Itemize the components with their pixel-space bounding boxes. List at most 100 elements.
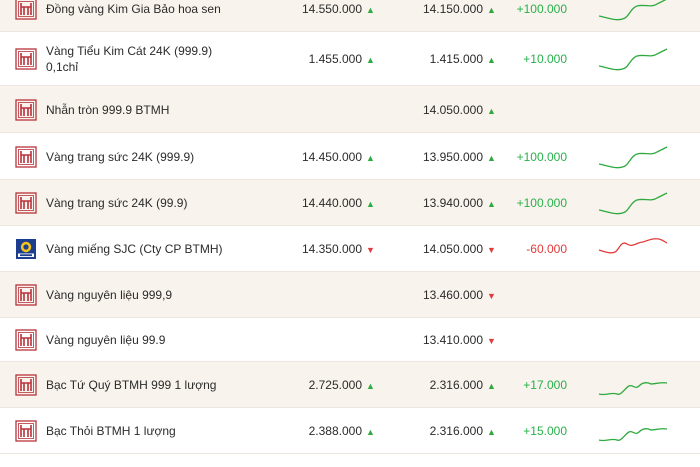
sell-price-value: 13.460.000 [422,288,483,302]
price-change: +100.000 [516,149,567,164]
btmh-logo-icon [15,48,37,70]
btmh-logo-icon [15,192,37,214]
buy-price-value: 2.388.000 [308,424,362,438]
sparkline-chart [597,190,669,216]
table-row[interactable]: Vàng trang sức 24K (999.9) 14.450.000 ▲ 13.… [0,133,700,180]
sell-price: 13.460.000 ▼ [375,287,496,304]
price-change: +100.000 [516,2,567,16]
buy-price-value: 14.440.000 [301,196,362,210]
sparkline-chart [597,46,669,72]
arrow-up-icon: ▲ [487,5,496,15]
product-name-line1: Đồng vàng Kim Gia Bảo hoa sen [46,2,221,16]
sparkline-chart [597,0,669,22]
sell-price: 2.316.000 ▲ [375,423,496,440]
product-name-line1: Vàng miếng SJC (Cty CP BTMH) [46,242,223,256]
table-row[interactable]: Vàng Tiểu Kim Cát 24K (999.9) 0,1chỉ 1.455… [0,32,700,86]
sell-price-value: 13.950.000 [422,149,483,164]
sell-price: 13.950.000 ▲ [375,149,496,166]
sell-price-value: 14.150.000 [422,2,483,16]
sell-price: 14.150.000 ▲ [375,1,496,18]
sell-price-value: 1.415.000 [429,52,483,66]
sell-price: 14.050.000 ▲ [375,102,496,119]
product-name-line1: Vàng nguyên liệu 99.9 [46,333,166,347]
sell-price: 14.050.000 ▼ [375,241,496,258]
table-row[interactable]: Vàng nguyên liệu 999,9 13.460.000 ▼ [0,272,700,318]
arrow-up-icon: ▲ [366,5,375,15]
arrow-up-icon: ▲ [487,427,496,437]
price-change: +17.000 [523,378,567,392]
arrow-up-icon: ▲ [487,55,496,65]
buy-price-value: 14.350.000 [301,242,362,256]
arrow-up-icon: ▲ [487,105,496,116]
table-row[interactable]: Vàng miếng SJC (Cty CP BTMH) 14.350.000 ▼ 1… [0,226,700,272]
sell-price: 13.410.000 ▼ [375,332,496,349]
sell-price: 2.316.000 ▲ [375,377,496,394]
btmh-logo-icon [15,0,37,20]
product-name: Vàng nguyên liệu 99.9 [46,332,256,348]
product-name: Vàng miếng SJC (Cty CP BTMH) [46,241,256,257]
arrow-up-icon: ▲ [487,152,496,163]
buy-price-value: 14.550.000 [301,2,362,16]
product-name: Vàng Tiểu Kim Cát 24K (999.9) 0,1chỉ [46,43,256,75]
product-name: Đồng vàng Kim Gia Bảo hoa sen [46,1,256,17]
product-name-line1: Vàng Tiểu Kim Cát 24K (999.9) [46,44,213,58]
buy-price: 14.350.000 ▼ [254,241,375,258]
price-change: +15.000 [523,424,567,438]
buy-price: 2.725.000 ▲ [254,377,375,394]
buy-price: 14.440.000 ▲ [254,195,375,212]
buy-price-value: 2.725.000 [308,378,362,392]
table-row[interactable]: Đồng vàng Kim Gia Bảo hoa sen 14.550.000 ▲… [0,0,700,32]
buy-price-value: 14.450.000 [301,149,362,164]
sjc-logo-icon [15,238,37,260]
btmh-logo-icon [15,420,37,442]
arrow-down-icon: ▼ [487,245,496,255]
sell-price-value: 13.410.000 [422,333,483,347]
table-row[interactable]: Nhẫn tròn 999.9 BTMH 14.050.000 ▲ [0,86,700,133]
product-name-line1: Bạc Tứ Quý BTMH 999 1 lượng [46,378,217,392]
sell-price: 13.940.000 ▲ [375,195,496,212]
arrow-up-icon: ▲ [366,55,375,65]
arrow-up-icon: ▲ [366,152,375,163]
sparkline-chart [597,372,669,398]
sparkline-chart [597,236,669,262]
product-name-line1: Vàng trang sức 24K (99.9) [46,196,188,210]
sell-price-value: 14.050.000 [422,242,483,256]
product-name-line2: 0,1chỉ [46,60,79,74]
sell-price-value: 2.316.000 [429,424,483,438]
sparkline-chart [597,418,669,444]
table-row[interactable]: Bạc Tứ Quý BTMH 999 1 lượng 2.725.000 ▲ 2.3… [0,362,700,408]
price-change: -60.000 [526,242,567,256]
btmh-logo-icon [15,284,37,306]
table-row[interactable]: Vàng nguyên liệu 99.9 13.410.000 ▼ [0,318,700,362]
btmh-logo-icon [15,329,37,351]
arrow-up-icon: ▲ [366,381,375,391]
price-change: +100.000 [516,196,567,210]
product-name-line1: Vàng nguyên liệu 999,9 [46,288,173,302]
btmh-logo-icon [15,98,37,121]
buy-price: 14.550.000 ▲ [254,1,375,18]
product-name: Nhẫn tròn 999.9 BTMH [46,102,256,118]
arrow-down-icon: ▼ [366,245,375,255]
arrow-up-icon: ▲ [366,427,375,437]
product-name: Vàng trang sức 24K (99.9) [46,195,256,211]
product-name: Vàng nguyên liệu 999,9 [46,287,256,303]
price-change: +10.000 [523,52,567,66]
product-name-line1: Nhẫn tròn 999.9 BTMH [46,102,170,117]
arrow-up-icon: ▲ [366,199,375,209]
arrow-down-icon: ▼ [487,336,496,346]
product-name-line1: Vàng trang sức 24K (999.9) [46,149,195,164]
product-name: Bạc Tứ Quý BTMH 999 1 lượng [46,377,256,393]
arrow-up-icon: ▲ [487,199,496,209]
btmh-logo-icon [15,145,37,168]
arrow-down-icon: ▼ [487,291,496,301]
sell-price-value: 14.050.000 [422,102,483,117]
sell-price: 1.415.000 ▲ [375,51,496,68]
product-name-line1: Bạc Thỏi BTMH 1 lượng [46,424,176,438]
table-row[interactable]: Bạc Thỏi BTMH 1 lượng 2.388.000 ▲ 2.316.000… [0,408,700,454]
sparkline-chart [597,144,669,170]
sell-price-value: 13.940.000 [422,196,483,210]
table-row[interactable]: Vàng trang sức 24K (99.9) 14.440.000 ▲ 13.9… [0,180,700,226]
buy-price: 2.388.000 ▲ [254,423,375,440]
arrow-up-icon: ▲ [487,381,496,391]
buy-price-value: 1.455.000 [308,52,362,66]
